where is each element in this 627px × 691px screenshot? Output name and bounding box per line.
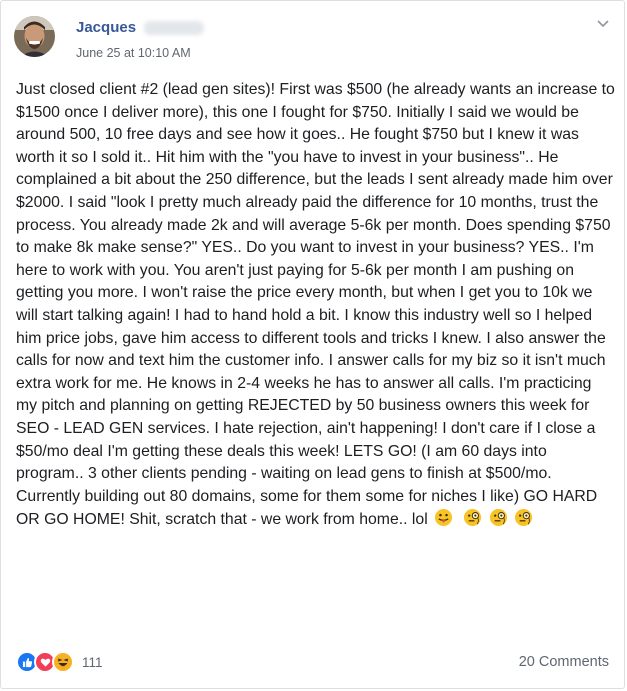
tongue-out-emoji-icon (434, 508, 453, 535)
author-name-row[interactable]: Jacques (76, 19, 205, 36)
comments-count-link[interactable]: 20 Comments (519, 654, 609, 670)
monocle-face-emoji-icon (514, 508, 533, 535)
haha-reaction-icon (52, 651, 74, 673)
monocle-face-emoji-icon (463, 508, 482, 535)
post-body-text: Just closed client #2 (lead gen sites)! … (16, 81, 615, 529)
redacted-surname (144, 20, 205, 35)
author-avatar[interactable] (14, 16, 55, 57)
author-name[interactable]: Jacques (76, 19, 136, 36)
monocle-face-emoji-icon (489, 508, 508, 535)
chevron-down-icon[interactable] (596, 19, 610, 29)
reactions-summary[interactable]: 111 (16, 651, 103, 673)
post-footer: 111 20 Comments (16, 651, 609, 673)
reaction-count[interactable]: 111 (82, 655, 103, 670)
post-body: Just closed client #2 (lead gen sites)! … (16, 79, 616, 535)
post-timestamp[interactable]: June 25 at 10:10 AM (76, 46, 191, 60)
post-card: Jacques June 25 at 10:10 AM Just closed … (0, 0, 625, 689)
